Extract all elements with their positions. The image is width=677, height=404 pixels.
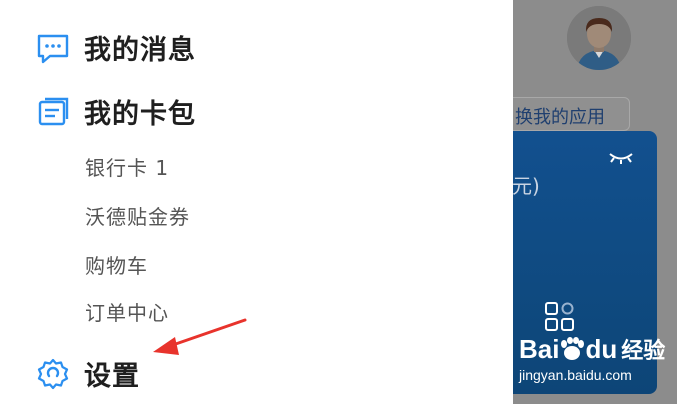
menu-label-wallet: 我的卡包 (84, 99, 196, 130)
wallet-item-bank-card[interactable]: 银行卡 1 (85, 152, 169, 181)
avatar[interactable] (567, 6, 631, 70)
annotation-arrow (153, 318, 247, 355)
qr-icon[interactable] (545, 302, 575, 336)
watermark-product: 经验 (621, 338, 666, 363)
side-drawer: 我的消息 我的卡包 银行卡 1 沃德贴金券 购物车 订单中心 设置 (0, 0, 513, 404)
paw-icon (561, 337, 585, 360)
chat-bubble-icon (36, 31, 70, 65)
baidu-watermark: Bai du 经验 jingyan.baidu.com (519, 333, 665, 383)
wallet-item-vouchers[interactable]: 沃德贴金券 (85, 201, 190, 230)
menu-item-wallet[interactable]: 我的卡包 (36, 92, 196, 131)
watermark-url: jingyan.baidu.com (519, 367, 632, 383)
watermark-du: du (585, 334, 618, 364)
switch-apps-button[interactable]: 换我的应用 (500, 97, 630, 131)
wallet-item-cart[interactable]: 购物车 (85, 250, 148, 279)
menu-label-messages: 我的消息 (84, 35, 196, 66)
switch-apps-label: 换我的应用 (515, 107, 605, 128)
watermark-brand: Bai du 经验 (519, 333, 665, 365)
gear-icon (36, 357, 70, 391)
menu-item-messages[interactable]: 我的消息 (36, 28, 196, 67)
card-text: 元) (512, 174, 540, 198)
card-wallet-icon (36, 95, 70, 129)
menu-label-settings: 设置 (84, 361, 140, 392)
watermark-bai: Bai (519, 334, 560, 364)
eye-closed-icon[interactable] (608, 150, 634, 169)
avatar-icon (567, 6, 631, 70)
menu-item-settings[interactable]: 设置 (36, 354, 140, 393)
